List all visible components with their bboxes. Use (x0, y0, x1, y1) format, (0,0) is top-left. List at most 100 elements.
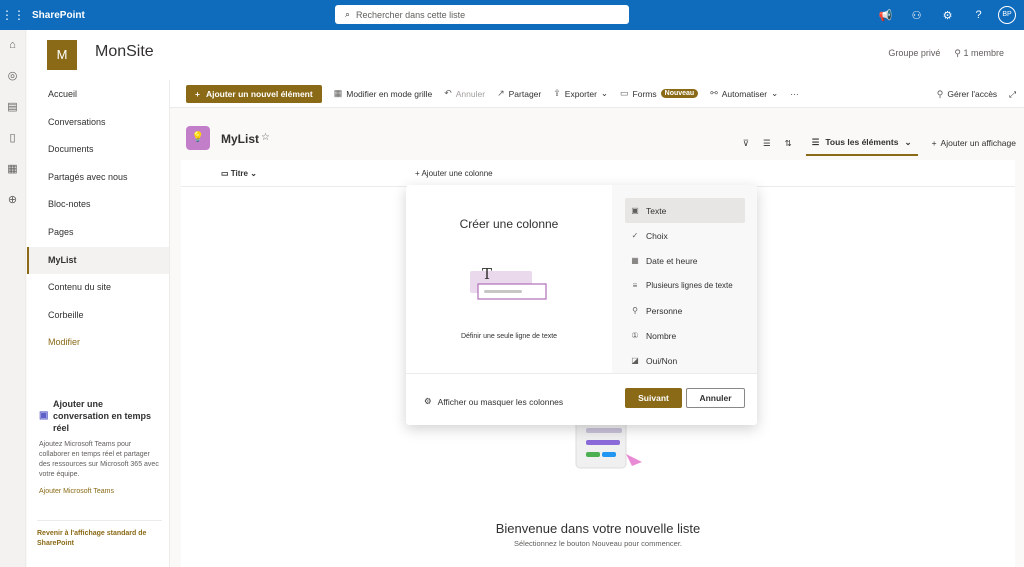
option-label: Date et heure (646, 255, 698, 266)
column-type-datetime[interactable]: ▦ Date et heure (625, 248, 745, 273)
column-type-choice[interactable]: ✓ Choix (625, 223, 745, 248)
number-icon: ① (631, 331, 639, 340)
nav-item-notebook[interactable]: Bloc-notes (27, 191, 169, 219)
flow-icon: ⚯ (710, 88, 718, 98)
nav-item-accueil[interactable]: Accueil (27, 81, 169, 109)
export-button[interactable]: ⇪ Exporter ⌄ (553, 88, 608, 99)
top-actions: 📢 ⚇ ⚙ ? BP (870, 0, 1024, 30)
nav-item-pages[interactable]: Pages (27, 219, 169, 247)
revert-classic-link[interactable]: Revenir à l'affichage standard de ShareP… (37, 520, 162, 549)
gear-icon[interactable]: ⚙ (932, 9, 963, 22)
home-icon[interactable]: ⌂ (0, 30, 25, 61)
group-icon[interactable]: ☰ (763, 138, 771, 149)
automate-button[interactable]: ⚯ Automatiser ⌄ (710, 88, 778, 99)
teams-icon: ▣ (39, 410, 49, 421)
forms-label: Forms (632, 88, 657, 99)
column-type-text[interactable]: ▣ Texte (625, 198, 745, 223)
column-type-yesno[interactable]: ◪ Oui/Non (625, 348, 745, 373)
search-icon: ⌕ (345, 9, 351, 19)
expand-icon[interactable]: ⤢ (1009, 89, 1016, 100)
news-icon[interactable]: ▤ (0, 92, 25, 123)
create-column-panel: Créer une colonne T Définir une seule li… (406, 185, 757, 425)
site-logo[interactable]: M (47, 40, 77, 70)
list-title: MyList (221, 132, 260, 146)
add-column-button[interactable]: + Ajouter une colonne (415, 169, 493, 178)
chevron-down-icon: ⌄ (600, 88, 609, 98)
globe-icon[interactable]: ◎ (0, 61, 25, 92)
person-icon: ⚲ (936, 88, 944, 99)
view-selector[interactable]: ☰ Tous les éléments ⌄ (805, 130, 918, 156)
add-teams-link[interactable]: Ajouter Microsoft Teams (39, 488, 159, 495)
members-button[interactable]: ⚲ 1 membre (954, 48, 1004, 59)
share-button[interactable]: ↗ Partager (497, 88, 541, 99)
app-name[interactable]: SharePoint (32, 10, 85, 21)
option-label: Nombre (646, 330, 677, 341)
yesno-icon: ◪ (631, 356, 639, 365)
command-bar-right: ⚲ Gérer l'accès ⤢ (925, 80, 1016, 108)
teams-promo-title: ▣ Ajouter une conversation en temps réel (39, 398, 159, 434)
undo-button[interactable]: ↶ Annuler (444, 88, 485, 99)
add-view-label: Ajouter un affichage (940, 138, 1016, 148)
undo-icon: ↶ (444, 88, 452, 98)
site-title[interactable]: MonSite (95, 43, 154, 61)
site-meta: Groupe privé ⚲ 1 membre (888, 48, 1004, 59)
automate-label: Automatiser (721, 88, 768, 99)
column-type-multiline[interactable]: ≡ Plusieurs lignes de texte (625, 273, 745, 298)
app-launcher-icon[interactable]: ⋮⋮ (0, 0, 26, 30)
welcome-subtitle: Sélectionnez le bouton Nouveau pour comm… (513, 539, 683, 548)
top-bar: ⋮⋮ SharePoint ⌕ Rechercher dans cette li… (0, 0, 1024, 30)
document-icon[interactable]: ▯ (0, 123, 25, 154)
column-type-icon: ▭ (221, 169, 231, 178)
nav-item-documents[interactable]: Documents (27, 136, 169, 164)
teams-promo-desc: Ajoutez Microsoft Teams pour collaborer … (39, 441, 159, 478)
undo-label: Annuler (455, 88, 486, 99)
forms-icon: ▭ (620, 88, 629, 98)
option-label: Texte (646, 205, 667, 216)
new-item-button[interactable]: + Ajouter un nouvel élément (186, 84, 322, 103)
grid-edit-label: Modifier en mode grille (346, 88, 433, 99)
nav-item-recycle-bin[interactable]: Corbeille (27, 302, 169, 330)
avatar[interactable]: BP (998, 6, 1016, 24)
megaphone-icon[interactable]: 📢 (870, 9, 901, 22)
panel-title: Créer une colonne (459, 217, 559, 231)
list-view-icon: ☰ (811, 136, 820, 147)
toggle-columns-link[interactable]: ⚙ Afficher ou masquer les colonnes (424, 396, 563, 407)
manage-access-button[interactable]: ⚲ Gérer l'accès (937, 89, 997, 100)
favorite-star-icon[interactable]: ☆ (261, 132, 270, 143)
database-icon[interactable]: ▦ (0, 154, 25, 185)
nav-item-mylist[interactable]: MyList (27, 246, 169, 275)
filter-icon[interactable]: ⊽ (743, 138, 749, 149)
site-privacy: Groupe privé (888, 48, 941, 58)
add-circle-icon[interactable]: ⊕ (0, 185, 25, 216)
add-view-button[interactable]: + Ajouter un affichage (932, 138, 1016, 148)
next-button[interactable]: Suivant (625, 388, 682, 408)
gear-icon: ⚙ (424, 396, 432, 406)
column-type-person[interactable]: ⚲ Personne (625, 298, 745, 323)
view-label: Tous les éléments (825, 137, 899, 147)
option-label: Oui/Non (646, 355, 678, 366)
view-bar: ⊽ ☰ ⇅ ☰ Tous les éléments ⌄ + Ajouter un af… (743, 130, 1016, 156)
column-title-label: Titre (230, 169, 248, 178)
forms-button[interactable]: ▭ Forms Nouveau (620, 88, 699, 99)
more-button[interactable]: ··· (790, 89, 799, 99)
column-header-title[interactable]: ▭ Titre ⌄ (221, 169, 257, 178)
toggle-columns-label: Afficher ou masquer les colonnes (437, 396, 564, 407)
help-icon[interactable]: ? (963, 9, 994, 21)
person-icon: ⚲ (632, 306, 638, 315)
nav-item-conversations[interactable]: Conversations (27, 109, 169, 137)
nav-edit-link[interactable]: Modifier (27, 329, 169, 357)
sort-icon[interactable]: ⇅ (785, 138, 792, 149)
search-input[interactable]: ⌕ Rechercher dans cette liste (335, 5, 629, 24)
nav-item-shared[interactable]: Partagés avec nous (27, 164, 169, 192)
calendar-icon: ▦ (631, 256, 639, 265)
option-label: Choix (646, 230, 668, 241)
cancel-button[interactable]: Annuler (686, 388, 745, 408)
grid-edit-button[interactable]: ▦ Modifier en mode grille (334, 88, 433, 99)
share-network-icon[interactable]: ⚇ (901, 9, 932, 22)
panel-description: Définir une seule ligne de texte (460, 333, 558, 340)
grid-icon: ▦ (333, 88, 343, 98)
column-type-number[interactable]: ① Nombre (625, 323, 745, 348)
new-badge: Nouveau (660, 89, 699, 98)
nav-item-site-contents[interactable]: Contenu du site (27, 274, 169, 302)
choice-icon: ✓ (631, 231, 639, 240)
